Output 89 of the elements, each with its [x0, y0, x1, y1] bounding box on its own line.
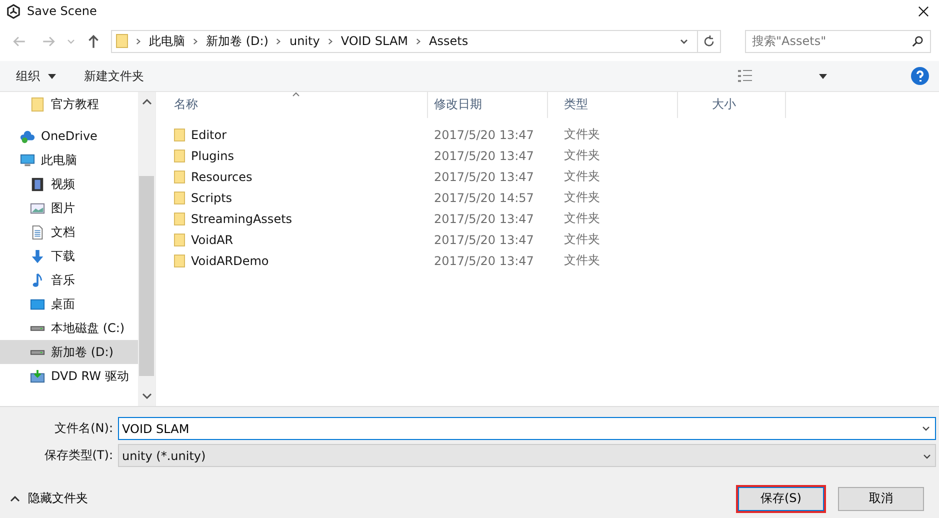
- column-header[interactable]: 大小: [706, 92, 786, 118]
- image-icon: [30, 200, 45, 216]
- caret-icon: [48, 74, 56, 78]
- organize-menu-button[interactable]: 组织: [8, 64, 64, 88]
- music-note-icon: [30, 272, 45, 288]
- sidebar-item[interactable]: 音乐: [0, 268, 138, 292]
- table-cell-text: 文件夹: [563, 231, 601, 248]
- breadcrumb-item[interactable]: 新加卷 (D:): [206, 32, 268, 50]
- chevron-right-icon: [276, 38, 282, 44]
- file-type-dropdown[interactable]: unity (*.unity): [118, 444, 936, 467]
- new-folder-button[interactable]: 新建文件夹: [76, 64, 152, 88]
- breadcrumb-item[interactable]: 此电脑: [149, 32, 185, 50]
- sidebar-item[interactable]: 此电脑: [0, 148, 138, 172]
- table-cell-text: 2017/5/20 13:47: [433, 232, 535, 246]
- breadcrumb-item[interactable]: unity: [289, 34, 320, 48]
- cloud-icon: [20, 128, 35, 144]
- window-title: Save Scene: [27, 4, 97, 18]
- table-cell-text: 2017/5/20 13:47: [433, 170, 535, 184]
- view-options-icon[interactable]: [737, 69, 753, 83]
- table-cell-text: 文件夹: [563, 126, 601, 143]
- file-name[interactable]: Editor: [191, 128, 227, 142]
- table-cell-text: 文件夹: [563, 210, 601, 227]
- sidebar-item[interactable]: DVD RW 驱动: [0, 364, 138, 388]
- folder-icon: [30, 96, 45, 112]
- table-cell-text: 文件夹: [563, 147, 601, 164]
- scrollbar-thumb[interactable]: [139, 176, 154, 376]
- table-cell-text: 2017/5/20 13:47: [433, 148, 535, 162]
- folder-icon: [174, 128, 185, 142]
- dialog-button[interactable]: 取消: [838, 486, 924, 510]
- column-header[interactable]: 名称: [168, 92, 428, 118]
- sidebar-item[interactable]: 视频: [0, 172, 138, 196]
- table-cell-text: 2017/5/20 13:47: [433, 128, 535, 142]
- chevron-right-icon: [193, 38, 198, 44]
- film-icon: [30, 176, 45, 192]
- table-cell-text: 文件夹: [563, 252, 601, 269]
- sidebar-item[interactable]: 本地磁盘 (C:): [0, 316, 138, 340]
- folder-icon: [116, 34, 128, 48]
- hide-folders-button[interactable]: 隐藏文件夹: [10, 490, 88, 507]
- field-label: 保存类型(T):: [43, 447, 114, 464]
- sidebar-item[interactable]: 桌面: [0, 292, 138, 316]
- disc-drive-icon: [30, 368, 45, 384]
- folder-icon: [174, 232, 185, 246]
- folder-icon: [174, 148, 185, 162]
- table-cell-text: 文件夹: [563, 189, 601, 206]
- file-name[interactable]: VoidARDemo: [191, 254, 269, 268]
- chevron-right-icon: [416, 38, 422, 44]
- unity-logo-icon: [6, 4, 21, 18]
- folder-icon: [174, 254, 185, 268]
- monitor-icon: [30, 296, 45, 312]
- folder-icon: [174, 170, 185, 184]
- dialog-button[interactable]: 保存(S): [738, 486, 824, 510]
- address-bar[interactable]: 此电脑 新加卷 (D:) unity VOID SLAM Assets: [111, 30, 721, 52]
- table-cell-text: 2017/5/20 13:47: [433, 254, 535, 268]
- sidebar-item[interactable]: 下载: [0, 244, 138, 268]
- sidebar-item[interactable]: OneDrive: [0, 124, 138, 148]
- down-arrow-icon: [30, 248, 45, 264]
- scroll-up-icon[interactable]: [142, 99, 152, 105]
- up-arrow-icon[interactable]: [86, 34, 101, 48]
- folder-icon: [174, 190, 185, 204]
- folder-icon: [174, 212, 185, 226]
- sidebar-item[interactable]: 文档: [0, 220, 138, 244]
- table-cell-text: 2017/5/20 13:47: [433, 212, 535, 226]
- filename-field[interactable]: VOID SLAM: [118, 417, 936, 440]
- computer-icon: [20, 152, 35, 168]
- chevron-up-icon: [10, 496, 20, 502]
- scroll-down-icon[interactable]: [142, 393, 152, 399]
- search-field[interactable]: 搜索"Assets": [745, 30, 931, 52]
- document-icon: [30, 224, 45, 240]
- file-name[interactable]: VoidAR: [191, 232, 234, 246]
- breadcrumb-item[interactable]: Assets: [429, 34, 468, 48]
- file-name[interactable]: Scripts: [191, 190, 232, 204]
- help-icon[interactable]: [911, 67, 929, 85]
- field-label: 文件名(N):: [54, 420, 114, 437]
- file-name[interactable]: Resources: [191, 170, 252, 184]
- search-icon: [911, 34, 924, 48]
- sidebar-item[interactable]: 官方教程: [0, 92, 138, 116]
- chevron-right-icon: [328, 38, 333, 44]
- column-header[interactable]: 类型: [558, 92, 678, 118]
- close-icon[interactable]: [918, 6, 929, 16]
- file-name[interactable]: StreamingAssets: [191, 212, 292, 226]
- sort-caret-icon: [292, 92, 300, 97]
- column-header[interactable]: 修改日期: [428, 92, 548, 118]
- table-cell-text: 2017/5/20 14:57: [433, 190, 535, 204]
- breadcrumb-item[interactable]: VOID SLAM: [340, 34, 408, 48]
- sidebar-item[interactable]: 图片: [0, 196, 138, 220]
- table-cell-text: 文件夹: [563, 168, 601, 185]
- sidebar-item[interactable]: 新加卷 (D:): [0, 340, 138, 364]
- file-name[interactable]: Plugins: [191, 148, 234, 162]
- chevron-right-icon: [136, 38, 141, 44]
